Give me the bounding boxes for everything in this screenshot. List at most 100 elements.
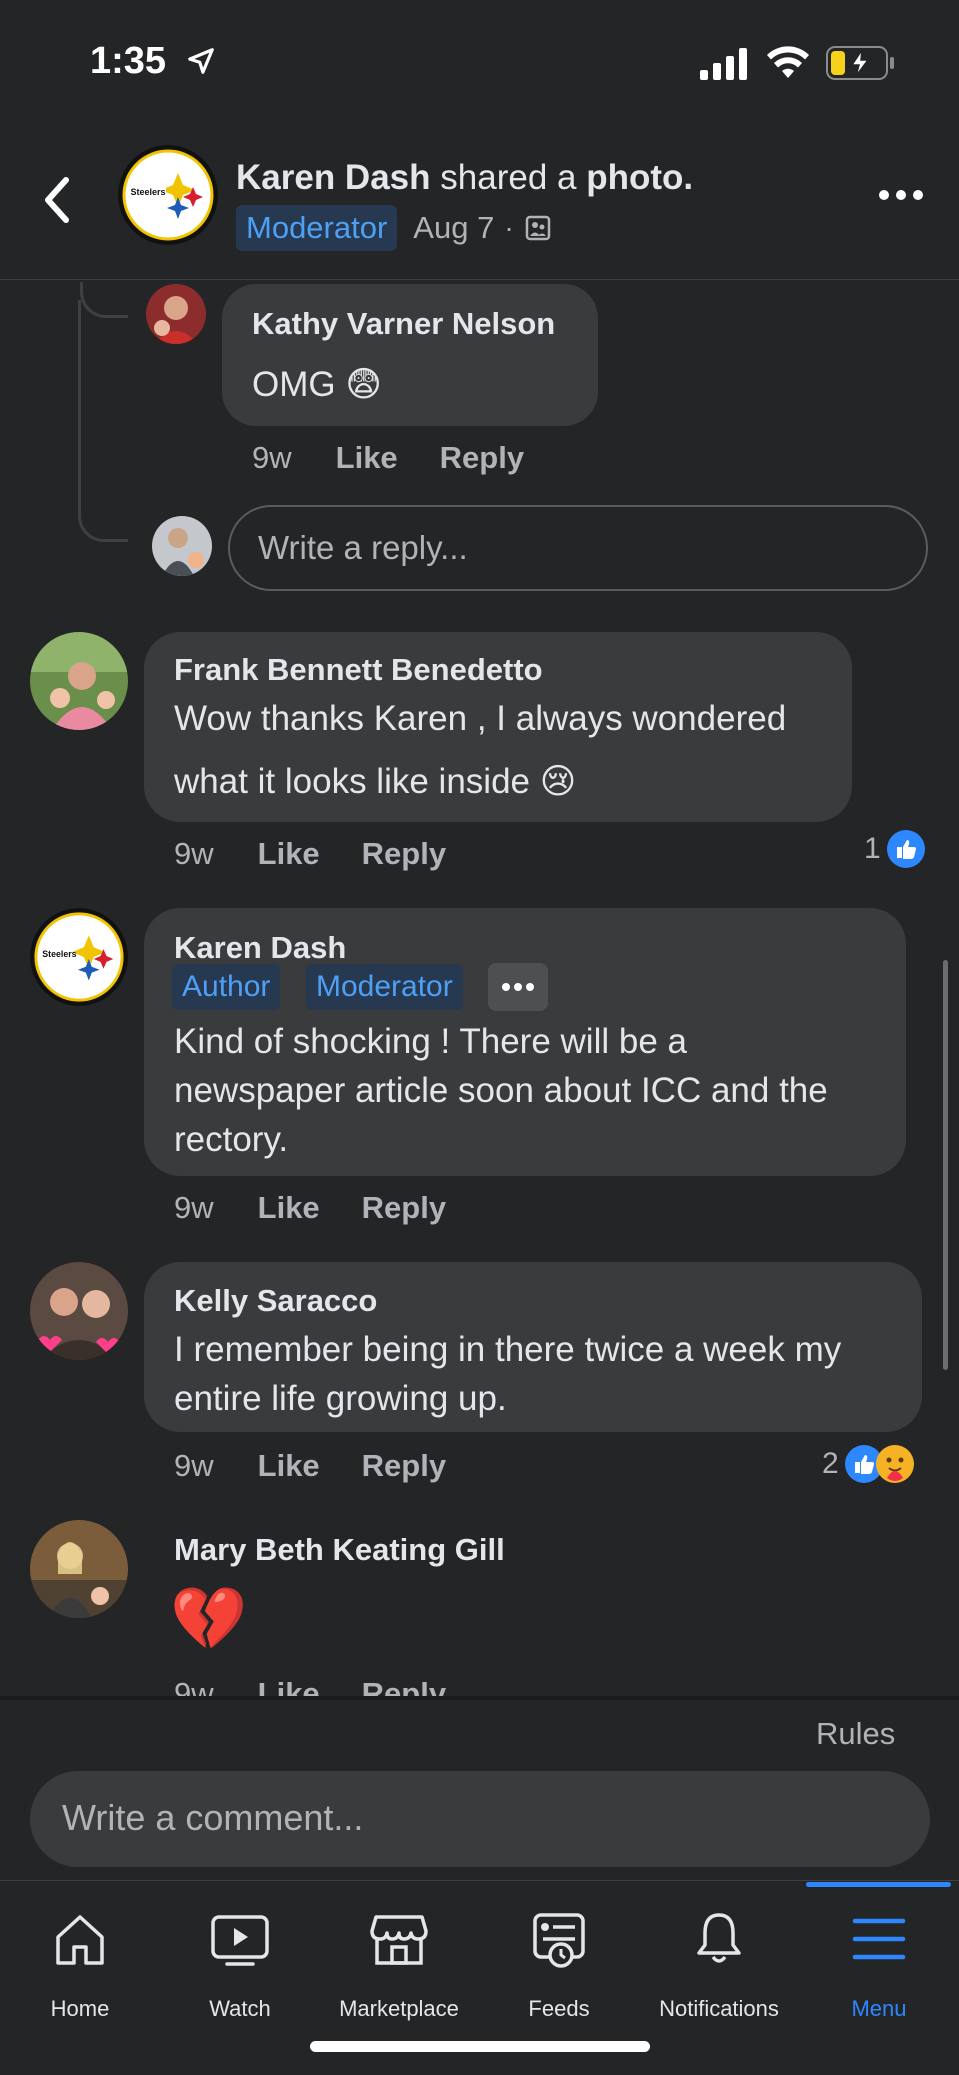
comment-actions: 9w Like Reply xyxy=(252,440,524,476)
steelers-logo-icon: Steelers xyxy=(30,908,128,1006)
like-button[interactable]: Like xyxy=(258,1190,320,1226)
back-button[interactable] xyxy=(36,170,80,230)
post-action-text: shared a xyxy=(440,158,577,197)
meta-separator: · xyxy=(504,212,514,243)
reply-button[interactable]: Reply xyxy=(362,1676,446,1696)
reply-button[interactable]: Reply xyxy=(362,1190,446,1226)
mary-avatar-icon xyxy=(30,1520,128,1618)
comment-actions: 9w Like Reply xyxy=(174,1676,446,1696)
comment-text-line: Kind of shocking ! There will be a xyxy=(174,1022,687,1061)
cellular-signal-icon xyxy=(700,48,747,80)
comment-text-line: Wow thanks Karen , I always wondered xyxy=(174,699,787,738)
comment-input[interactable]: Write a comment... xyxy=(30,1771,930,1867)
marketplace-icon xyxy=(370,1915,428,1965)
more-options-button[interactable] xyxy=(876,180,926,210)
post-meta: Moderator Aug 7 · xyxy=(236,205,552,251)
tab-label: Notifications xyxy=(659,1996,779,2021)
tab-watch[interactable]: Watch xyxy=(160,1881,320,2031)
post-header: Steelers Karen Dash shared a photo. Mode… xyxy=(0,120,959,280)
commenter-name[interactable]: Mary Beth Keating Gill xyxy=(174,1532,505,1568)
care-reaction-icon xyxy=(875,1445,914,1483)
commenter-name[interactable]: Karen Dash xyxy=(174,930,346,966)
reaction-summary[interactable]: 1 xyxy=(864,830,925,868)
post-object-link[interactable]: photo. xyxy=(586,158,693,197)
reply-button[interactable]: Reply xyxy=(440,440,524,476)
comment-text-line: newspaper article soon about ICC and the xyxy=(174,1071,828,1110)
thread-connector xyxy=(78,470,128,542)
tab-label: Marketplace xyxy=(339,1996,459,2021)
moderator-badge: Moderator xyxy=(236,205,398,251)
reaction-summary[interactable]: 2 xyxy=(822,1444,915,1484)
feeds-icon xyxy=(533,1913,585,1968)
battery-charging-icon xyxy=(826,46,894,80)
comment-text-line: I remember being in there twice a week m… xyxy=(174,1330,842,1369)
like-reaction-icon xyxy=(886,830,925,868)
avatar[interactable] xyxy=(30,1520,128,1618)
tab-label: Feeds xyxy=(528,1996,590,2021)
group-privacy-icon xyxy=(525,215,550,241)
like-button[interactable]: Like xyxy=(258,1676,320,1696)
comment-text: 💔 xyxy=(170,1585,248,1654)
svg-text:Steelers: Steelers xyxy=(42,949,76,959)
status-bar: 1:35 xyxy=(0,0,959,120)
reaction-count: 1 xyxy=(864,832,881,865)
comment-text-line: rectory. xyxy=(174,1120,289,1159)
menu-icon xyxy=(852,1918,906,1960)
like-button[interactable]: Like xyxy=(336,440,398,476)
active-tab-indicator xyxy=(806,1882,951,1887)
post-date[interactable]: Aug 7 xyxy=(413,210,494,246)
author-badge: Author xyxy=(172,964,281,1010)
my-avatar xyxy=(152,516,212,576)
steelers-logo-icon: Steelers xyxy=(118,145,218,245)
footer-divider xyxy=(0,1696,959,1700)
status-time: 1:35 xyxy=(90,40,167,82)
comment-time: 9w xyxy=(174,1190,214,1225)
user-avatar-icon xyxy=(152,516,212,576)
tab-home[interactable]: Home xyxy=(0,1881,160,2031)
kathy-avatar-icon xyxy=(146,284,206,344)
home-icon xyxy=(56,1915,104,1965)
thread-connector xyxy=(80,282,128,318)
tab-label: Watch xyxy=(209,1996,271,2021)
comment-actions: 9w Like Reply xyxy=(174,836,446,872)
tab-marketplace[interactable]: Marketplace xyxy=(319,1881,479,2031)
author-avatar[interactable]: Steelers xyxy=(118,145,218,245)
like-button[interactable]: Like xyxy=(258,836,320,872)
rules-link[interactable]: Rules xyxy=(816,1716,895,1752)
more-badges-button[interactable] xyxy=(488,963,548,1011)
reply-button[interactable]: Reply xyxy=(362,836,446,872)
comment-actions: 9w Like Reply xyxy=(174,1448,446,1484)
commenter-name[interactable]: Kelly Saracco xyxy=(174,1283,377,1319)
comment-time: 9w xyxy=(174,1676,214,1696)
tab-menu[interactable]: Menu xyxy=(799,1881,959,2031)
comment-time: 9w xyxy=(174,1448,214,1483)
like-button[interactable]: Like xyxy=(258,1448,320,1484)
comment-time: 9w xyxy=(252,440,292,475)
frank-avatar-icon xyxy=(30,632,128,730)
comment-text-line: entire life growing up. xyxy=(174,1379,507,1418)
comment-text: OMG 😨 xyxy=(252,365,382,404)
avatar[interactable] xyxy=(146,284,206,344)
commenter-name[interactable]: Frank Bennett Benedetto xyxy=(174,652,543,688)
scrollbar[interactable] xyxy=(943,960,948,1370)
tab-feeds[interactable]: Feeds xyxy=(479,1881,639,2031)
kelly-avatar-icon xyxy=(30,1262,128,1360)
post-author-name[interactable]: Karen Dash xyxy=(236,158,431,197)
avatar[interactable]: Steelers xyxy=(30,908,128,1006)
bell-icon xyxy=(697,1913,741,1963)
moderator-badge: Moderator xyxy=(306,964,463,1010)
comment-actions: 9w Like Reply xyxy=(174,1190,446,1226)
tab-label: Menu xyxy=(851,1996,907,2021)
tab-label: Home xyxy=(50,1996,110,2021)
commenter-name[interactable]: Kathy Varner Nelson xyxy=(252,306,555,342)
home-indicator[interactable] xyxy=(310,2041,650,2052)
avatar[interactable] xyxy=(30,632,128,730)
reaction-count: 2 xyxy=(822,1447,839,1480)
svg-text:Steelers: Steelers xyxy=(130,187,165,197)
reply-input[interactable]: Write a reply... xyxy=(228,505,928,591)
reply-button[interactable]: Reply xyxy=(362,1448,446,1484)
avatar[interactable] xyxy=(30,1262,128,1360)
tab-notifications[interactable]: Notifications xyxy=(639,1881,799,2031)
ellipsis-icon xyxy=(502,983,534,991)
post-title: Karen Dash shared a photo. xyxy=(236,158,693,198)
